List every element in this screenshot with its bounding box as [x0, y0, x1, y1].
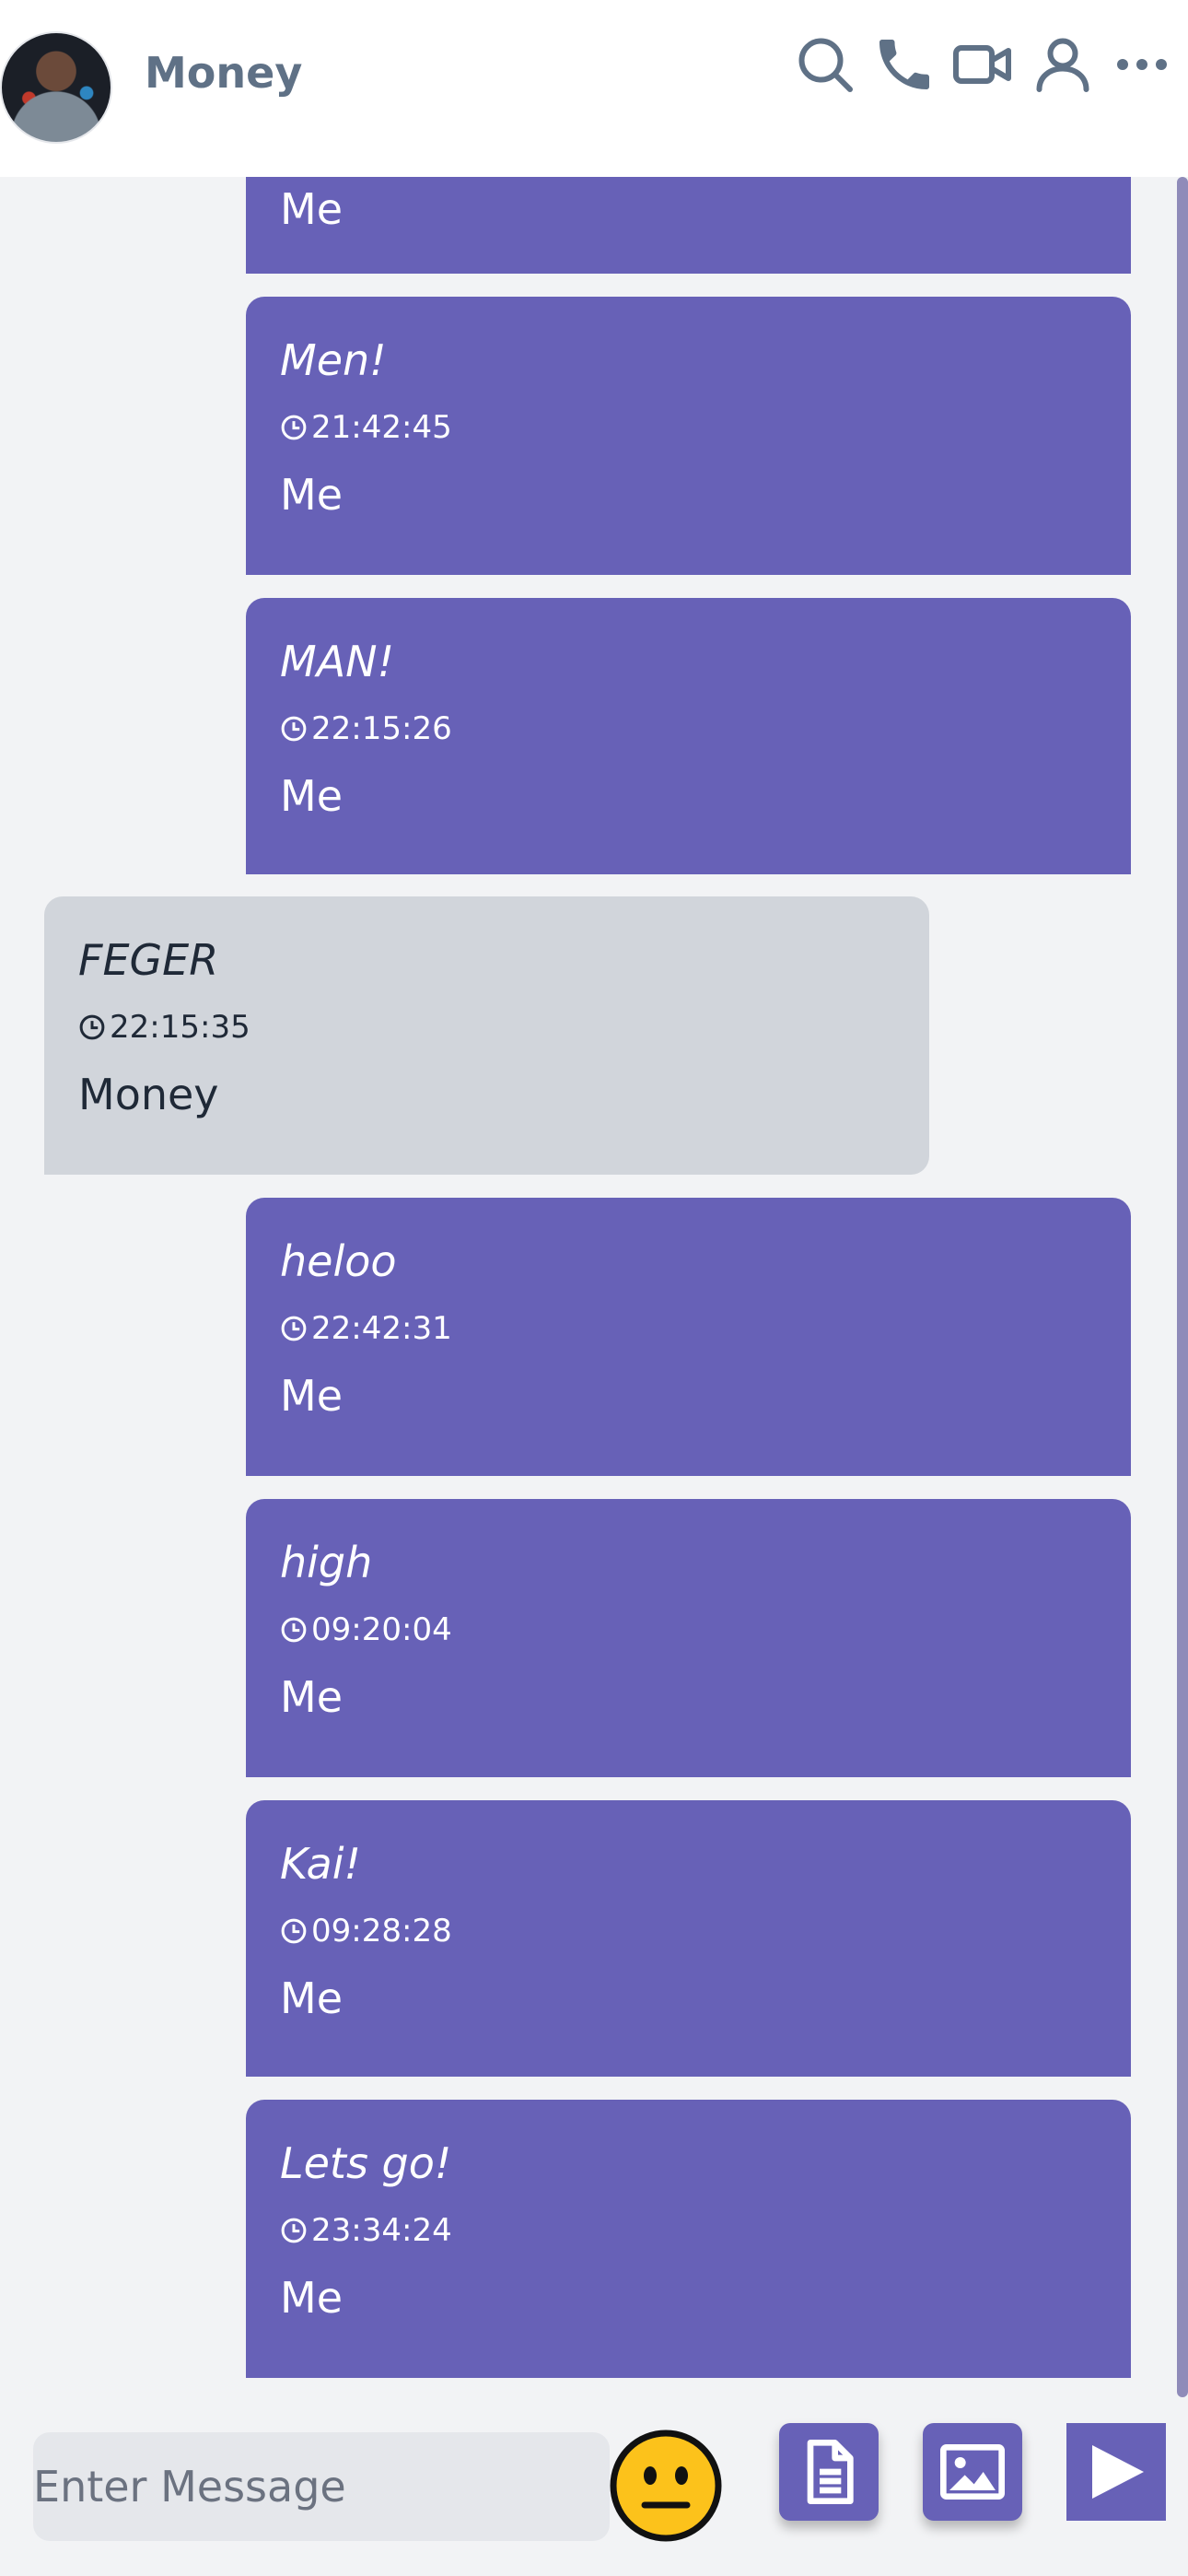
message-text: FEGER: [78, 935, 219, 985]
message-time: 22:42:31: [280, 1310, 452, 1347]
phone-icon[interactable]: [871, 31, 938, 98]
clock-icon: [281, 1617, 307, 1643]
clock-icon: [281, 716, 307, 742]
message-text: high: [280, 1538, 373, 1587]
emoji-icon: [610, 2430, 722, 2542]
message-bubble: Kai! 09:28:28 Me: [246, 1800, 1131, 2077]
message-time-text: 22:42:31: [311, 1310, 452, 1347]
attach-document-button[interactable]: [779, 2423, 879, 2521]
clock-icon: [281, 415, 307, 440]
user-icon[interactable]: [1030, 31, 1096, 98]
video-icon[interactable]: [950, 31, 1017, 98]
message-input[interactable]: [33, 2432, 610, 2541]
message-sender: Me: [280, 1672, 343, 1722]
message-bubble: high 09:20:04 Me: [246, 1499, 1131, 1777]
message-bubble: MAN! 22:15:26 Me: [246, 598, 1131, 874]
message-bubble: Me: [246, 177, 1131, 274]
emoji-button[interactable]: [609, 2429, 723, 2543]
message-time-text: 21:42:45: [311, 409, 452, 446]
message-bubble: Lets go! 23:34:24 Me: [246, 2100, 1131, 2378]
clock-icon: [79, 1014, 105, 1040]
message-text: heloo: [280, 1236, 397, 1286]
message-time-text: 09:20:04: [311, 1611, 452, 1648]
send-button[interactable]: [1066, 2423, 1166, 2521]
message-bubble: FEGER 22:15:35 Money: [44, 896, 929, 1175]
message-time-text: 22:15:26: [311, 710, 452, 747]
message-sender: Me: [280, 2273, 343, 2323]
more-icon[interactable]: [1109, 31, 1175, 98]
search-icon[interactable]: [792, 31, 858, 98]
message-time-text: 22:15:35: [110, 1009, 250, 1046]
message-sender: Me: [280, 1973, 343, 2023]
message-bubble: heloo 22:42:31 Me: [246, 1198, 1131, 1476]
message-time-text: 09:28:28: [311, 1913, 452, 1950]
message-time: 09:20:04: [280, 1611, 452, 1648]
contact-name[interactable]: Money: [145, 48, 302, 98]
message-text: MAN!: [280, 637, 395, 686]
message-time: 22:15:35: [78, 1009, 250, 1046]
message-time: 22:15:26: [280, 710, 452, 747]
clock-icon: [281, 1918, 307, 1944]
message-time: 21:42:45: [280, 409, 452, 446]
message-time: 09:28:28: [280, 1913, 452, 1950]
scrollbar-thumb[interactable]: [1177, 177, 1188, 2397]
image-icon: [940, 2444, 1005, 2500]
avatar[interactable]: [0, 31, 112, 144]
message-sender: Me: [280, 1371, 343, 1421]
message-bubble: Men! 21:42:45 Me: [246, 297, 1131, 575]
message-text: Men!: [280, 335, 387, 385]
message-text: Kai!: [280, 1839, 361, 1889]
message-time: 23:34:24: [280, 2212, 452, 2249]
attach-image-button[interactable]: [923, 2423, 1022, 2521]
message-sender: Me: [280, 470, 343, 520]
message-text: Lets go!: [280, 2138, 452, 2188]
message-sender: Me: [280, 771, 343, 821]
message-time-text: 23:34:24: [311, 2212, 452, 2249]
message-sender: Me: [280, 184, 343, 234]
clock-icon: [281, 2218, 307, 2243]
message-sender: Money: [78, 1070, 219, 1119]
clock-icon: [281, 1316, 307, 1341]
message-list[interactable]: Me Men! 21:42:45 Me MAN! 22:15:26 Me FEG…: [0, 177, 1177, 2397]
document-icon: [807, 2440, 854, 2504]
chat-header: Money: [0, 0, 1188, 177]
send-icon: [1092, 2445, 1144, 2499]
